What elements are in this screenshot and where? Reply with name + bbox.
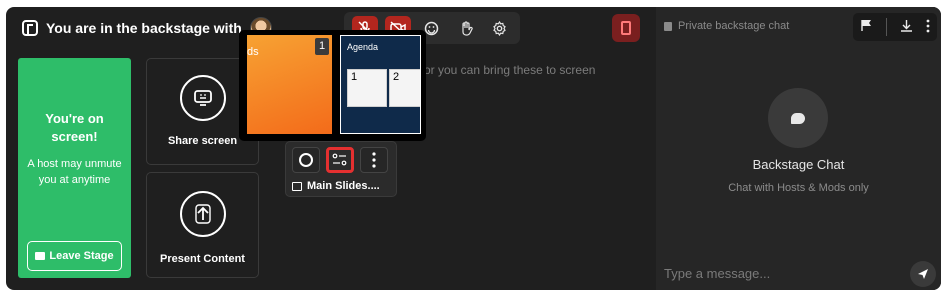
more-vertical-icon — [372, 152, 376, 168]
chat-panel: Private backstage chat Backstage Chat Ch… — [656, 7, 941, 290]
on-screen-subtext: A host may unmute you at anytime — [27, 158, 122, 186]
settings-icon[interactable] — [486, 16, 512, 40]
slide-1-text: ds — [247, 46, 259, 58]
chat-header: Private backstage chat — [664, 20, 789, 32]
more-options-button[interactable] — [360, 147, 388, 173]
slide-thumbnail-1[interactable]: ds 1 — [247, 35, 332, 134]
pin-icon[interactable] — [860, 19, 873, 35]
content-tile[interactable]: Main Slides.... — [285, 141, 397, 197]
slide-2-title: Agenda — [347, 42, 379, 52]
bring-to-screen-button[interactable] — [292, 147, 320, 173]
chat-header-label: Private backstage chat — [678, 20, 790, 32]
door-icon — [621, 21, 631, 35]
bring-to-screen-hint: or you can bring these to screen — [424, 63, 596, 77]
chat-bubble-icon — [768, 88, 828, 148]
share-screen-icon — [179, 75, 226, 121]
header-title: You are in the backstage with — [46, 20, 242, 36]
sliders-icon — [332, 153, 347, 166]
leave-stage-icon — [35, 252, 46, 260]
present-content-label: Present Content — [160, 253, 245, 265]
content-tile-name: Main Slides.... — [292, 180, 380, 192]
slide-preview-popup: ds 1 Agenda 1 2 — [239, 30, 426, 141]
more-vertical-icon[interactable] — [926, 19, 930, 36]
header: You are in the backstage with — [22, 17, 272, 39]
exit-backstage-button[interactable] — [612, 14, 640, 42]
presentation-icon — [292, 181, 302, 191]
agenda-box-2: 2 — [389, 69, 420, 107]
tools-divider — [885, 18, 887, 36]
on-screen-heading: You're on screen! — [45, 111, 104, 144]
content-tile-label: Main Slides.... — [307, 180, 380, 192]
slide-options-button[interactable] — [326, 147, 354, 173]
lock-icon — [664, 21, 672, 31]
slide-1-number: 1 — [315, 38, 329, 55]
send-icon — [918, 269, 928, 279]
agenda-box-1: 1 — [347, 69, 387, 107]
leave-stage-button[interactable]: Leave Stage — [27, 241, 122, 271]
tile-controls — [292, 147, 388, 173]
download-icon[interactable] — [900, 19, 913, 35]
present-content-button[interactable]: Present Content — [146, 172, 259, 278]
raise-hand-icon[interactable] — [453, 16, 479, 40]
send-button[interactable] — [910, 261, 936, 287]
backstage-app: You are in the backstage with You're on … — [6, 7, 941, 290]
app-logo-icon — [22, 20, 38, 36]
chat-tools — [853, 13, 937, 41]
chat-title: Backstage Chat — [752, 157, 845, 172]
on-screen-status-card: You're on screen! A host may unmute you … — [18, 58, 131, 278]
upload-icon — [179, 191, 226, 237]
message-input[interactable] — [664, 264, 904, 282]
circle-icon — [299, 153, 313, 167]
leave-stage-label: Leave Stage — [49, 250, 114, 262]
slide-thumbnail-2[interactable]: Agenda 1 2 — [340, 35, 421, 134]
chat-subtitle: Chat with Hosts & Mods only — [728, 182, 869, 194]
